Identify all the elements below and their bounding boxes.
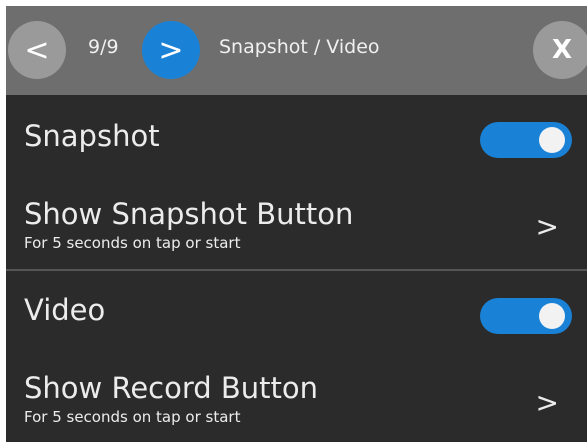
setting-subtitle: For 5 seconds on tap or start — [24, 234, 241, 252]
chevron-right-icon: > — [535, 386, 559, 419]
previous-button[interactable]: < — [8, 21, 66, 79]
page-title: Snapshot / Video — [219, 36, 380, 58]
close-button[interactable]: X — [533, 21, 587, 79]
chevron-right-icon: > — [535, 210, 559, 243]
toggle-knob — [539, 303, 565, 329]
setting-row-show-snapshot-button[interactable]: Show Snapshot Button For 5 seconds on ta… — [6, 175, 587, 269]
toggle-knob — [539, 127, 565, 153]
setting-row-video[interactable]: Video — [6, 271, 587, 351]
next-button[interactable]: > — [142, 21, 200, 79]
snapshot-toggle[interactable] — [480, 122, 572, 158]
page-counter: 9/9 — [88, 36, 119, 58]
chevron-right-icon: > — [158, 32, 184, 68]
chevron-left-icon: < — [24, 32, 50, 68]
setting-label: Show Record Button — [24, 371, 319, 405]
close-icon: X — [551, 35, 573, 65]
video-toggle[interactable] — [480, 298, 572, 334]
header-bar: < 9/9 > Snapshot / Video X — [6, 6, 587, 95]
setting-label: Show Snapshot Button — [24, 197, 354, 231]
setting-row-snapshot[interactable]: Snapshot — [6, 95, 587, 175]
setting-label: Snapshot — [24, 119, 160, 153]
settings-panel: < 9/9 > Snapshot / Video X Snapshot Show… — [6, 6, 587, 442]
setting-row-show-record-button[interactable]: Show Record Button For 5 seconds on tap … — [6, 351, 587, 442]
setting-label: Video — [24, 293, 106, 327]
setting-subtitle: For 5 seconds on tap or start — [24, 408, 241, 426]
